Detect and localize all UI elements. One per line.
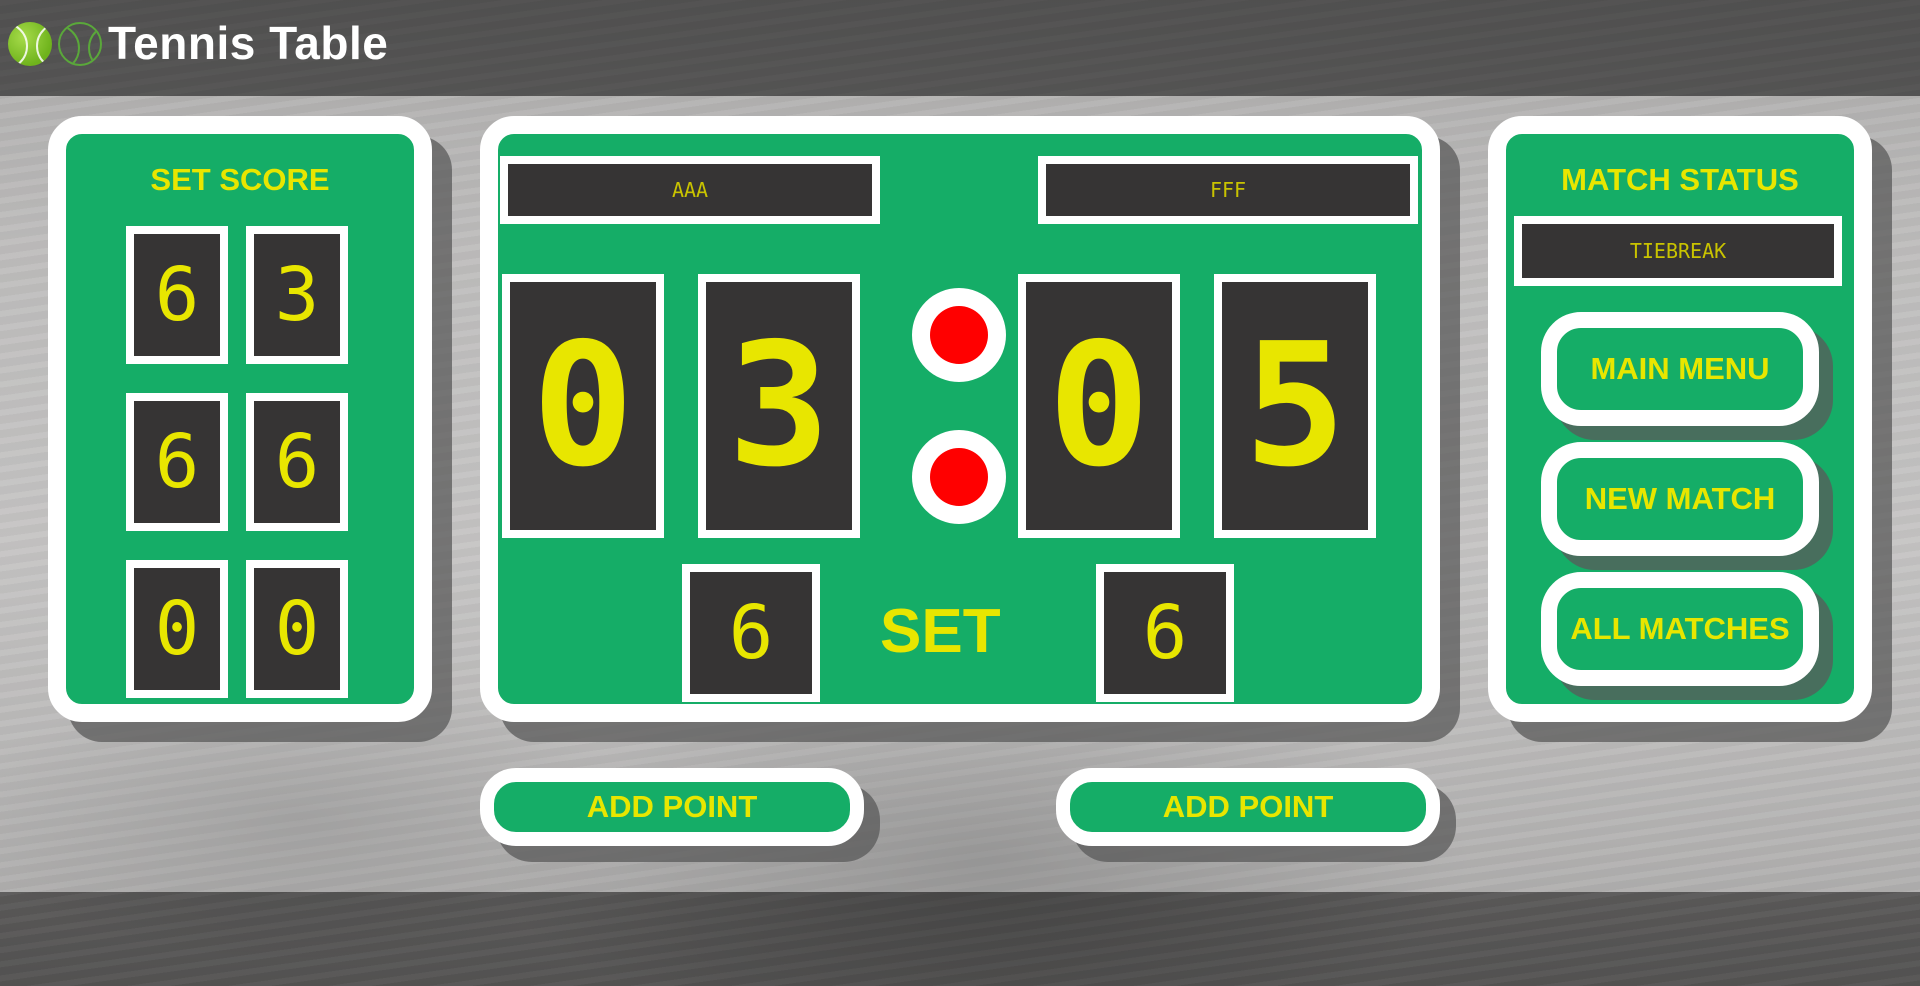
player1-points-tens: 0 <box>502 274 664 538</box>
all-matches-button[interactable]: ALL MATCHES <box>1541 572 1819 686</box>
player2-name: FFF <box>1038 156 1418 224</box>
app-title: Tennis Table <box>108 17 389 69</box>
player2-points-ones: 5 <box>1214 274 1376 538</box>
player1-name: AAA <box>500 156 880 224</box>
add-point-player2-button[interactable]: ADD POINT <box>1056 768 1440 846</box>
serve-indicator-player1 <box>912 288 1006 382</box>
set3-player1-score: 0 <box>126 560 228 698</box>
set3-player2-score: 0 <box>246 560 348 698</box>
set-label: SET <box>880 597 1001 666</box>
scoreboard-panel: AAA FFF 0 3 0 5 6 SET 6 <box>480 116 1440 722</box>
set-score-panel: SET SCORE 6 3 6 6 0 0 <box>48 116 432 722</box>
footer-bar <box>0 892 1920 986</box>
set1-player1-score: 6 <box>126 226 228 364</box>
set1-player2-score: 3 <box>246 226 348 364</box>
set2-player2-score: 6 <box>246 393 348 531</box>
tennis-ball-icon <box>8 22 52 66</box>
serve-indicator-player2 <box>912 430 1006 524</box>
player2-points-tens: 0 <box>1018 274 1180 538</box>
player1-games: 6 <box>682 564 820 702</box>
app-logo <box>8 22 102 66</box>
set-score-title: SET SCORE <box>150 162 330 197</box>
tennis-ball-outline-icon <box>58 22 102 66</box>
main-menu-button[interactable]: MAIN MENU <box>1541 312 1819 426</box>
add-point-player1-button[interactable]: ADD POINT <box>480 768 864 846</box>
match-status-title: MATCH STATUS <box>1561 162 1799 197</box>
new-match-button[interactable]: NEW MATCH <box>1541 442 1819 556</box>
player2-games: 6 <box>1096 564 1234 702</box>
set2-player1-score: 6 <box>126 393 228 531</box>
player1-points-ones: 3 <box>698 274 860 538</box>
match-status-display: TIEBREAK <box>1514 216 1842 286</box>
